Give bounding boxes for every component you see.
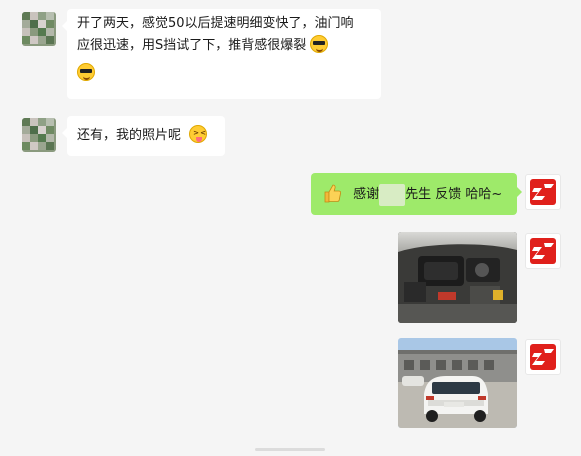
white-suv-image [398, 338, 517, 428]
sunglasses-emoji-icon [77, 63, 95, 81]
own-avatar[interactable] [525, 174, 561, 210]
message-bubble-incoming[interactable]: 开了两天，感觉50以后提速明细变快了，油门响 应很迅速，用S挡试了下，推背感很爆… [62, 9, 381, 99]
message-bubble-incoming[interactable]: 还有，我的照片呢 > < [62, 116, 225, 156]
contact-avatar[interactable] [22, 12, 56, 46]
message-text-suffix: 先生 反馈 哈哈~ [405, 187, 503, 202]
message-text-line: 应很迅速，用S挡试了下，推背感很爆裂 [77, 35, 371, 57]
engine-bay-image [398, 232, 517, 323]
message-bubble-outgoing[interactable]: 感谢某某先生 反馈 哈哈~ [311, 173, 522, 215]
contact-avatar[interactable] [22, 118, 56, 152]
own-avatar[interactable] [525, 233, 561, 269]
emoji-line [77, 63, 371, 85]
tongue-out-emoji-icon: > < [189, 125, 208, 143]
scroll-indicator[interactable] [255, 448, 325, 451]
brand-logo-icon [530, 179, 556, 205]
redacted-name: 某某 [379, 184, 406, 206]
brand-logo-icon [530, 344, 556, 370]
white-suv-photo[interactable] [398, 338, 517, 428]
brand-logo-icon [530, 238, 556, 264]
own-avatar[interactable] [525, 339, 561, 375]
engine-bay-photo[interactable] [398, 232, 517, 323]
message-text-line: 开了两天，感觉50以后提速明细变快了，油门响 [77, 16, 354, 31]
sunglasses-emoji-icon [310, 35, 329, 53]
message-text: 还有，我的照片呢 [77, 128, 182, 143]
message-text-prefix: 感谢 [353, 187, 380, 202]
thumbs-up-icon [324, 184, 341, 203]
